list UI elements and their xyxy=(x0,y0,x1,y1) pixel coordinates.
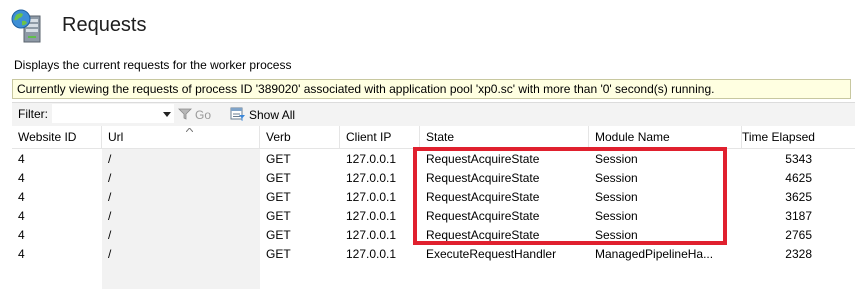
grid-header: Website ID Url Verb Client IP State Modu… xyxy=(12,126,855,149)
cell-client-ip: 127.0.0.1 xyxy=(346,228,397,242)
cell-url: / xyxy=(108,228,112,242)
column-header-url[interactable]: Url xyxy=(102,126,260,148)
cell-time-elapsed: 5343 xyxy=(785,152,812,166)
filter-dropdown-icon[interactable] xyxy=(162,108,172,118)
cell-website-id: 4 xyxy=(18,247,25,261)
show-all-label: Show All xyxy=(249,108,296,122)
cell-verb: GET xyxy=(266,247,291,261)
cell-verb: GET xyxy=(266,152,291,166)
cell-verb: GET xyxy=(266,190,291,204)
cell-client-ip: 127.0.0.1 xyxy=(346,190,397,204)
cell-verb: GET xyxy=(266,228,291,242)
cell-website-id: 4 xyxy=(18,228,25,242)
column-header-website-id[interactable]: Website ID xyxy=(12,126,102,148)
cell-client-ip: 127.0.0.1 xyxy=(346,152,397,166)
cell-url: / xyxy=(108,247,112,261)
cell-client-ip: 127.0.0.1 xyxy=(346,209,397,223)
filter-label: Filter: xyxy=(18,107,48,121)
cell-url: / xyxy=(108,171,112,185)
column-header-client-ip[interactable]: Client IP xyxy=(340,126,420,148)
cell-module-name: ManagedPipelineHa... xyxy=(595,247,714,261)
page-header: Requests xyxy=(0,0,855,52)
filter-toolbar: Filter: Go Show All xyxy=(12,102,855,126)
cell-client-ip: 127.0.0.1 xyxy=(346,171,397,185)
info-bar-text: Currently viewing the requests of proces… xyxy=(17,82,715,96)
page-title: Requests xyxy=(62,14,147,36)
requests-grid: Website ID Url Verb Client IP State Modu… xyxy=(12,126,855,289)
cell-time-elapsed: 2328 xyxy=(785,247,812,261)
column-header-state[interactable]: State xyxy=(420,126,589,148)
cell-state: ExecuteRequestHandler xyxy=(426,247,557,261)
cell-website-id: 4 xyxy=(18,190,25,204)
column-header-time-elapsed[interactable]: Time Elapsed xyxy=(742,126,818,148)
column-header-verb[interactable]: Verb xyxy=(260,126,340,148)
show-all-icon xyxy=(230,106,246,125)
cell-verb: GET xyxy=(266,171,291,185)
cell-time-elapsed: 2765 xyxy=(785,228,812,242)
cell-time-elapsed: 3625 xyxy=(785,190,812,204)
cell-time-elapsed: 4625 xyxy=(785,171,812,185)
cell-website-id: 4 xyxy=(18,152,25,166)
cell-client-ip: 127.0.0.1 xyxy=(346,247,397,261)
page-description: Displays the current requests for the wo… xyxy=(14,58,292,72)
go-button-label: Go xyxy=(195,108,212,122)
sort-ascending-icon xyxy=(185,121,194,133)
cell-url: / xyxy=(108,209,112,223)
filter-input[interactable] xyxy=(52,104,174,123)
table-row[interactable]: 4 / GET 127.0.0.1 ExecuteRequestHandler Manag… xyxy=(12,245,855,264)
cell-url: / xyxy=(108,152,112,166)
go-button[interactable]: Go xyxy=(178,106,211,124)
cell-website-id: 4 xyxy=(18,171,25,185)
cell-time-elapsed: 3187 xyxy=(785,209,812,223)
server-globe-icon xyxy=(10,8,44,44)
show-all-button[interactable]: Show All xyxy=(230,106,295,124)
cell-verb: GET xyxy=(266,209,291,223)
cell-url: / xyxy=(108,190,112,204)
cell-website-id: 4 xyxy=(18,209,25,223)
column-header-module-name[interactable]: Module Name xyxy=(589,126,742,148)
highlight-annotation-box xyxy=(413,147,727,245)
info-bar: Currently viewing the requests of proces… xyxy=(12,79,851,99)
